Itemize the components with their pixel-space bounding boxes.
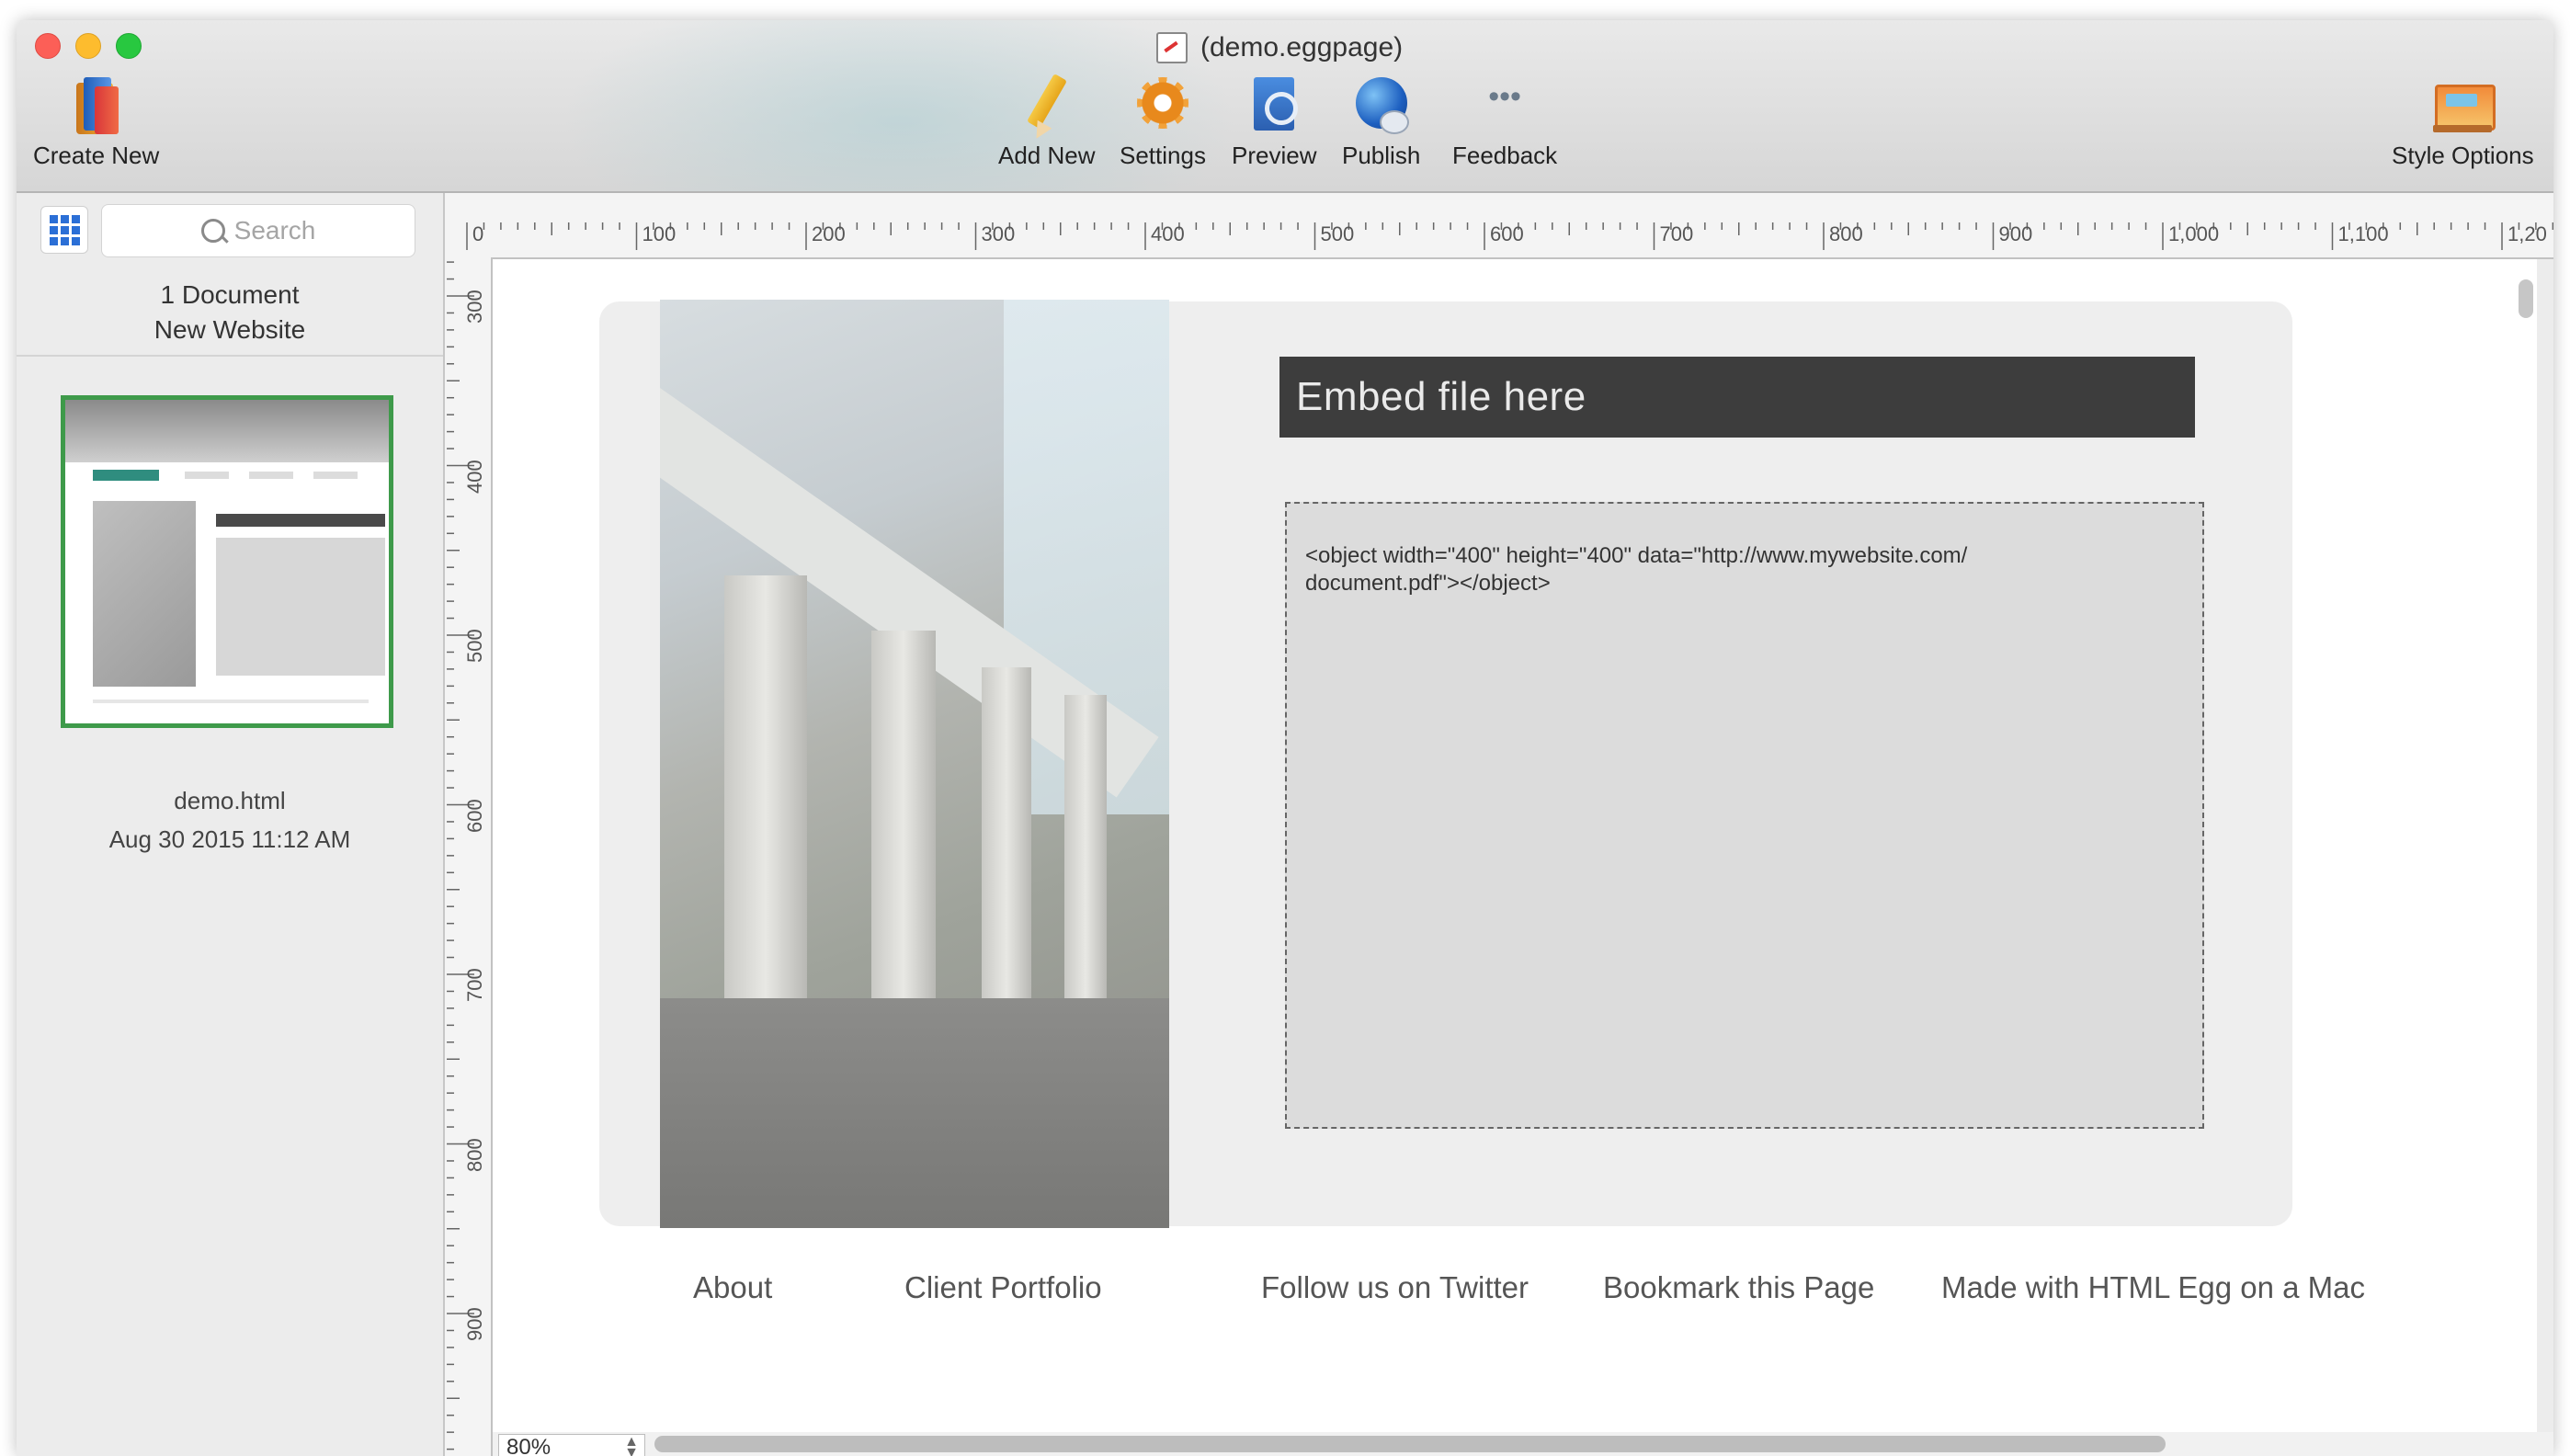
ruler-label: 1,100 — [2337, 222, 2389, 245]
ruler-label: 300 — [463, 290, 486, 324]
ruler-label: 900 — [1998, 222, 2033, 245]
footer-link-html-egg[interactable]: Made with HTML Egg on a Mac — [1941, 1270, 2365, 1305]
status-bar: 80% ▲ ▼ — [493, 1432, 2553, 1456]
vertical-ruler: 300 400 500 600 700 800 900 — [445, 257, 493, 1456]
file-name: demo.html — [174, 787, 286, 814]
search-input[interactable]: Search — [101, 204, 415, 257]
search-placeholder: Search — [233, 216, 316, 245]
horizontal-ruler: 0 100 200 300 400 500 600 700 800 900 1,000 1,100 1,… — [445, 193, 2553, 259]
pencil-icon — [1014, 74, 1080, 143]
document-icon — [1156, 32, 1188, 63]
sidebar-divider — [17, 355, 443, 357]
document-count-group: 1 Document New Website — [17, 278, 443, 347]
window-title-text: (demo.eggpage) — [1200, 32, 1404, 63]
ruler-label: 100 — [642, 222, 677, 245]
publish-label: Publish — [1342, 142, 1421, 169]
create-new-label: Create New — [33, 142, 160, 169]
page-thumbnail[interactable] — [61, 395, 393, 728]
palette-icon — [2429, 74, 2496, 140]
zoom-value: 80% — [506, 1435, 552, 1456]
embed-code-line: <object width="400" height="400" data="h… — [1305, 543, 1968, 568]
embed-code-box[interactable]: <object width="400" height="400" data="h… — [1285, 502, 2204, 1129]
ruler-label: 200 — [812, 222, 846, 245]
ruler-label: 300 — [981, 222, 1016, 245]
embed-code-line: document.pdf"></object> — [1305, 571, 1551, 596]
footer-link-twitter[interactable]: Follow us on Twitter — [1261, 1270, 1529, 1305]
ruler-label: 500 — [1320, 222, 1355, 245]
settings-button[interactable]: Settings — [1120, 74, 1206, 170]
preview-magnifier-icon — [1241, 74, 1307, 140]
style-options-button[interactable]: Style Options — [2392, 74, 2534, 170]
embed-heading[interactable]: Embed file here — [1279, 357, 2195, 438]
feedback-button[interactable]: ••• Feedback — [1452, 74, 1557, 170]
page-canvas[interactable]: Embed file here <object width="400" heig… — [493, 259, 2537, 1432]
ruler-label: 600 — [1490, 222, 1524, 245]
settings-label: Settings — [1120, 142, 1206, 169]
ruler-label: 600 — [463, 798, 486, 833]
ruler-label: 900 — [463, 1307, 486, 1341]
preview-label: Preview — [1232, 142, 1317, 169]
search-icon — [200, 219, 225, 243]
gear-icon — [1130, 74, 1196, 140]
vertical-ruler-ticks — [447, 261, 474, 1450]
footer-link-client-portfolio[interactable]: Client Portfolio — [904, 1270, 1102, 1305]
zoom-window-button[interactable] — [116, 33, 142, 59]
publish-button[interactable]: Publish — [1342, 74, 1420, 170]
ruler-label: 800 — [1829, 222, 1863, 245]
document-count: 1 Document — [160, 280, 300, 309]
toolbar: (demo.eggpage) Create New Add New Settin… — [17, 20, 2553, 193]
stepper-arrows-icon: ▲ ▼ — [624, 1434, 639, 1456]
ruler-label: 700 — [463, 968, 486, 1002]
sidebar: Search 1 Document New Website demo.html … — [17, 193, 445, 1456]
building-photo[interactable] — [660, 300, 1169, 1228]
style-options-label: Style Options — [2392, 142, 2534, 169]
embed-code: <object width="400" height="400" data="h… — [1305, 542, 2184, 597]
footer-link-about[interactable]: About — [693, 1270, 772, 1305]
ruler-label: 0 — [472, 222, 484, 245]
folder-name: New Website — [154, 315, 306, 344]
add-new-label: Add New — [998, 142, 1096, 169]
close-window-button[interactable] — [35, 33, 61, 59]
ruler-label: 1,000 — [2168, 222, 2220, 245]
file-date: Aug 30 2015 11:12 AM — [108, 825, 351, 853]
ruler-label: 800 — [463, 1137, 486, 1172]
app-window: (demo.eggpage) Create New Add New Settin… — [17, 20, 2553, 1456]
horizontal-scrollbar[interactable] — [654, 1436, 2166, 1452]
footer-link-bookmark[interactable]: Bookmark this Page — [1603, 1270, 1874, 1305]
create-new-button[interactable]: Create New — [33, 74, 159, 170]
file-info: demo.html Aug 30 2015 11:12 AM — [17, 781, 443, 859]
ruler-label: 400 — [463, 459, 486, 494]
preview-button[interactable]: Preview — [1232, 74, 1316, 170]
ruler-label: 1,20 — [2507, 222, 2547, 245]
books-icon — [63, 74, 130, 140]
ruler-label: 700 — [1659, 222, 1694, 245]
window-title: (demo.eggpage) — [1156, 29, 1403, 66]
globe-icon — [1348, 74, 1415, 140]
minimize-window-button[interactable] — [75, 33, 101, 59]
grid-view-button[interactable] — [40, 206, 88, 254]
feedback-label: Feedback — [1452, 142, 1558, 169]
ruler-label: 500 — [463, 629, 486, 663]
vertical-scrollbar[interactable] — [2519, 279, 2533, 318]
zoom-select[interactable]: 80% ▲ ▼ — [498, 1434, 645, 1456]
ruler-label: 400 — [1151, 222, 1185, 245]
ellipsis-icon: ••• — [1488, 79, 1521, 114]
add-new-button[interactable]: Add New — [998, 74, 1096, 170]
